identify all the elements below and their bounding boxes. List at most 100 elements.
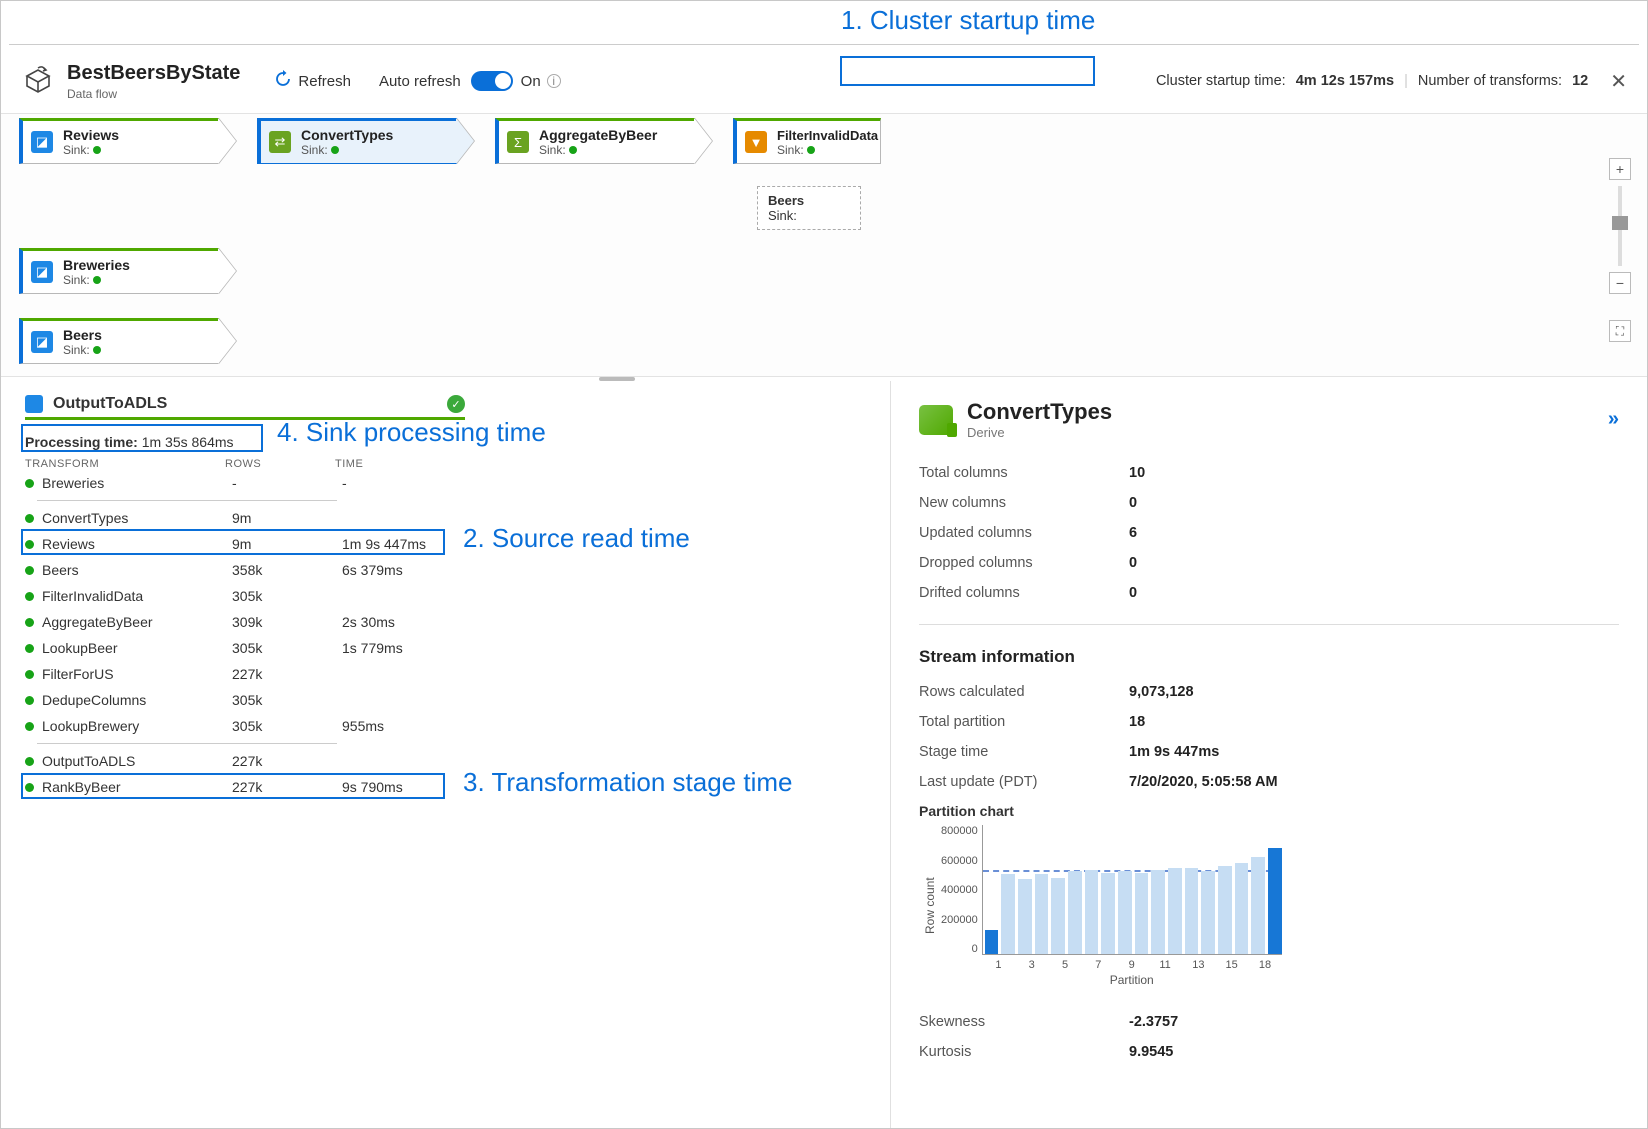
chart-bar[interactable] — [1068, 871, 1082, 954]
kv-label: Rows calculated — [919, 684, 1129, 700]
chart-bar[interactable] — [1168, 868, 1182, 954]
table-row[interactable]: AggregateByBeer 309k 2s 30ms — [25, 609, 874, 635]
annotation-3-box — [21, 773, 445, 799]
chart-bar[interactable] — [1085, 870, 1099, 955]
refresh-icon[interactable] — [274, 70, 292, 93]
chart-bar[interactable] — [1201, 871, 1215, 954]
status-dot — [25, 566, 34, 575]
kv-label: Total columns — [919, 465, 1129, 481]
node-label: Beers — [63, 327, 102, 343]
derive-icon — [919, 405, 953, 435]
row-name: Breweries — [42, 475, 232, 491]
page-title: BestBeersByState — [67, 62, 240, 85]
stream-section-title: Stream information — [919, 647, 1619, 667]
node-beers[interactable]: ◪ Beers Sink: — [19, 318, 219, 364]
auto-refresh-label: Auto refresh — [379, 73, 461, 90]
kv-label: Last update (PDT) — [919, 774, 1129, 790]
chart-bar[interactable] — [1118, 871, 1132, 954]
kv-label: New columns — [919, 495, 1129, 511]
derive-icon: ⇄ — [269, 131, 291, 153]
chart-bar[interactable] — [1151, 870, 1165, 955]
zoom-fit-button[interactable]: ⛶ — [1609, 320, 1631, 342]
annotation-1: 1. Cluster startup time — [841, 5, 1095, 36]
chart-bar[interactable] — [1251, 857, 1265, 955]
table-row[interactable]: DedupeColumns 305k — [25, 687, 874, 713]
table-row[interactable]: LookupBrewery 305k 955ms — [25, 713, 874, 739]
annotation-3: 3. Transformation stage time — [463, 767, 792, 798]
node-label: AggregateByBeer — [539, 127, 657, 143]
transforms-label: Number of transforms: — [1418, 73, 1562, 89]
sink-name: OutputToADLS — [53, 395, 167, 413]
row-rows: 227k — [232, 753, 342, 769]
partition-chart-title: Partition chart — [919, 803, 1619, 819]
node-breweries[interactable]: ◪ Breweries Sink: — [19, 248, 219, 294]
chart-bar[interactable] — [1101, 873, 1115, 954]
source-icon: ◪ — [31, 331, 53, 353]
status-dot — [25, 722, 34, 731]
table-row[interactable]: FilterInvalidData 305k — [25, 583, 874, 609]
node-label: Reviews — [63, 127, 119, 143]
chart-bar[interactable] — [1268, 848, 1282, 954]
annotation-2-box — [21, 529, 445, 555]
node-reviews[interactable]: ◪ Reviews Sink: — [19, 118, 219, 164]
row-name: DedupeColumns — [42, 692, 232, 708]
cluster-startup-value: 4m 12s 157ms — [1296, 73, 1394, 89]
chart-bar[interactable] — [985, 930, 999, 954]
chart-bar[interactable] — [1001, 874, 1015, 954]
table-row[interactable]: Beers 358k 6s 379ms — [25, 557, 874, 583]
zoom-slider[interactable] — [1618, 186, 1622, 266]
kv-label: Kurtosis — [919, 1044, 1129, 1060]
zoom-control: + − ⛶ — [1607, 158, 1633, 342]
chart-bar[interactable] — [1135, 873, 1149, 954]
chart-bar[interactable] — [1235, 863, 1249, 954]
status-dot — [25, 696, 34, 705]
source-icon: ◪ — [31, 261, 53, 283]
chart-bar[interactable] — [1051, 878, 1065, 954]
dataflow-icon — [21, 64, 55, 98]
row-time: 955ms — [342, 718, 482, 734]
pipeline-canvas[interactable]: ◪ Reviews Sink: ⇄ ConvertTypes Sink: Σ A… — [1, 113, 1647, 377]
status-dot — [25, 514, 34, 523]
kv-label: Drifted columns — [919, 585, 1129, 601]
filter-icon: ▼ — [745, 131, 767, 153]
status-dot — [25, 670, 34, 679]
row-name: FilterForUS — [42, 666, 232, 682]
annotation-4: 4. Sink processing time — [277, 417, 546, 448]
node-filter[interactable]: ▼ FilterInvalidData Sink: — [733, 118, 881, 164]
table-header: TRANSFORM ROWS TIME — [25, 458, 874, 470]
aggregate-icon: Σ — [507, 131, 529, 153]
zoom-in-button[interactable]: + — [1609, 158, 1631, 180]
table-row[interactable]: LookupBeer 305k 1s 779ms — [25, 635, 874, 661]
row-rows: - — [232, 475, 342, 491]
chart-ylabel: Row count — [919, 825, 941, 987]
node-converttypes[interactable]: ⇄ ConvertTypes Sink: — [257, 118, 457, 164]
info-icon[interactable]: i — [547, 74, 561, 88]
row-name: AggregateByBeer — [42, 614, 232, 630]
auto-refresh-toggle[interactable] — [471, 71, 513, 91]
expand-icon[interactable]: » — [1608, 408, 1619, 431]
table-row[interactable]: ConvertTypes 9m — [25, 505, 874, 531]
chart-bar[interactable] — [1185, 868, 1199, 954]
row-name: LookupBeer — [42, 640, 232, 656]
detail-panel: ConvertTypes Derive » Total columns10 Ne… — [891, 381, 1647, 1128]
node-sink-status: Sink: — [768, 208, 850, 223]
annotation-1-box — [840, 56, 1095, 86]
chart-bar[interactable] — [1035, 874, 1049, 954]
refresh-button[interactable]: Refresh — [298, 73, 351, 90]
table-row[interactable]: FilterForUS 227k — [25, 661, 874, 687]
close-icon[interactable]: ✕ — [1610, 69, 1627, 94]
zoom-out-button[interactable]: − — [1609, 272, 1631, 294]
cluster-startup-label: Cluster startup time: — [1156, 73, 1286, 89]
status-dot — [25, 644, 34, 653]
sink-panel: OutputToADLS ✓ Processing time: 1m 35s 8… — [1, 381, 891, 1128]
detail-title: ConvertTypes — [967, 399, 1112, 425]
table-row[interactable]: Breweries - - — [25, 470, 874, 496]
transforms-value: 12 — [1572, 73, 1588, 89]
row-rows: 305k — [232, 718, 342, 734]
node-beers-lookup[interactable]: Beers Sink: — [757, 186, 861, 230]
chart-bar[interactable] — [1018, 879, 1032, 954]
node-aggregate[interactable]: Σ AggregateByBeer Sink: — [495, 118, 695, 164]
annotation-2: 2. Source read time — [463, 523, 690, 554]
row-name: LookupBrewery — [42, 718, 232, 734]
chart-bar[interactable] — [1218, 866, 1232, 954]
